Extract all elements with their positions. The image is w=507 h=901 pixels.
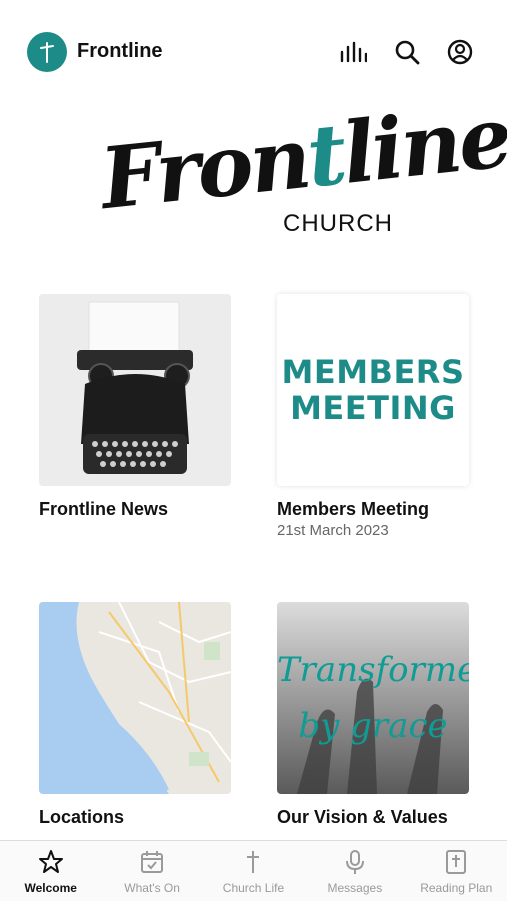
cross-icon bbox=[40, 42, 54, 63]
brand-church-label: CHURCH bbox=[283, 210, 393, 237]
typewriter-image bbox=[39, 294, 231, 486]
cross-icon bbox=[240, 849, 266, 875]
vision-image: Transformed by grace bbox=[277, 602, 469, 794]
tab-messages[interactable]: Messages bbox=[304, 841, 405, 901]
vision-image-line1: Transformed bbox=[277, 650, 469, 690]
frontline-church-logo: Frontline CHURCH bbox=[96, 87, 507, 240]
profile-icon[interactable] bbox=[446, 38, 474, 66]
tab-label: What's On bbox=[124, 881, 180, 895]
card-locations[interactable]: Locations bbox=[39, 602, 234, 828]
card-frontline-news[interactable]: Frontline News bbox=[39, 294, 234, 520]
brand-script-part2: line bbox=[337, 86, 507, 203]
tab-label: Church Life bbox=[222, 881, 285, 895]
members-image-line2: MEETING bbox=[290, 389, 456, 427]
tab-label: Welcome bbox=[24, 881, 77, 895]
church-logo-icon[interactable] bbox=[27, 32, 67, 72]
members-image-line1: MEMBERS bbox=[281, 353, 465, 391]
bar-chart-icon[interactable] bbox=[339, 38, 367, 66]
brand-script-part1: Fron bbox=[95, 107, 313, 229]
app-header: Frontline bbox=[0, 0, 507, 100]
members-meeting-image: MEMBERS MEETING bbox=[277, 294, 469, 486]
card-members-meeting[interactable]: MEMBERS MEETING Members Meeting 21st Mar… bbox=[277, 294, 472, 539]
card-vision-values[interactable]: Transformed by grace Our Vision & Values bbox=[277, 602, 472, 828]
tab-reading-plan[interactable]: Reading Plan bbox=[406, 841, 507, 901]
search-icon[interactable] bbox=[393, 38, 421, 66]
bottom-tab-bar: Welcome What's On Church Life Messages R… bbox=[0, 840, 507, 901]
card-date: 21st March 2023 bbox=[277, 522, 389, 539]
app-title: Frontline bbox=[77, 40, 163, 62]
card-title: Members Meeting bbox=[277, 499, 430, 519]
tab-whats-on[interactable]: What's On bbox=[101, 841, 202, 901]
bible-icon bbox=[443, 849, 469, 875]
tab-welcome[interactable]: Welcome bbox=[0, 841, 101, 901]
map-image bbox=[39, 602, 231, 794]
vision-image-line2: by grace bbox=[298, 706, 448, 746]
card-title: Our Vision & Values bbox=[277, 807, 448, 827]
tab-church-life[interactable]: Church Life bbox=[203, 841, 304, 901]
card-title: Frontline News bbox=[39, 499, 169, 519]
microphone-icon bbox=[342, 849, 368, 875]
card-title: Locations bbox=[39, 807, 125, 827]
star-icon bbox=[38, 849, 64, 875]
tab-label: Messages bbox=[327, 881, 383, 895]
calendar-icon bbox=[139, 849, 165, 875]
brand-script: Frontline bbox=[96, 87, 507, 228]
tab-label: Reading Plan bbox=[420, 881, 493, 895]
